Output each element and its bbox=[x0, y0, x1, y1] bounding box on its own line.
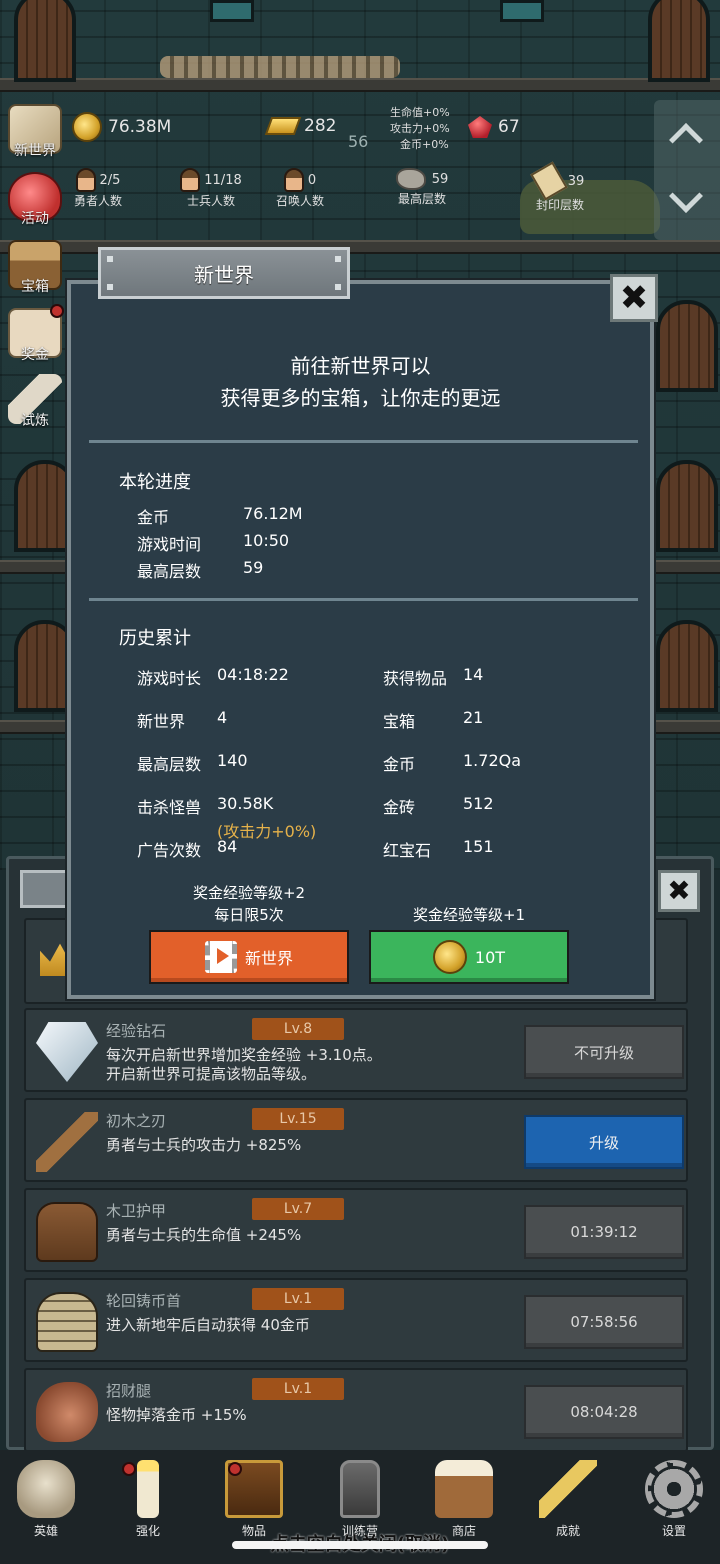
stat-key: 金币 bbox=[383, 755, 416, 774]
history-stat-row: 红宝石 151 bbox=[383, 837, 494, 861]
stat-value: 84 bbox=[217, 837, 238, 856]
stat-value: 04:18:22 bbox=[217, 665, 289, 684]
stat-key: 宝箱 bbox=[383, 712, 416, 731]
watch-ad-new-world-button[interactable]: 新世界 bbox=[149, 930, 349, 984]
stat-value: 76.12M bbox=[243, 504, 303, 523]
stat-value: 21 bbox=[463, 708, 484, 727]
nav-heroes[interactable]: 英雄 bbox=[6, 1460, 86, 1539]
divider bbox=[89, 598, 638, 601]
rivet bbox=[335, 284, 341, 290]
candle-icon bbox=[137, 1460, 159, 1518]
dialog-close-button[interactable]: ✖ bbox=[610, 274, 658, 322]
rivet bbox=[335, 256, 341, 262]
stat-key: 广告次数 bbox=[137, 841, 202, 860]
stat-value: 10:50 bbox=[243, 531, 290, 550]
history-title: 历史累计 bbox=[119, 628, 191, 649]
nav-items[interactable]: 物品 bbox=[214, 1460, 294, 1539]
video-play-icon bbox=[204, 941, 237, 973]
stat-value: 30.58K bbox=[217, 794, 274, 813]
history-stat-row: 宝箱 21 bbox=[383, 708, 483, 732]
new-world-dialog: 前往新世界可以 获得更多的宝箱，让你走的更远 本轮进度 金币 76.12M 游戏… bbox=[67, 280, 654, 999]
lantern-icon bbox=[340, 1460, 380, 1518]
stat-value: 140 bbox=[217, 751, 248, 770]
history-stat-row: 广告次数 84 bbox=[137, 837, 237, 861]
nav-training[interactable]: 训练营 bbox=[320, 1460, 400, 1539]
skull-icon bbox=[17, 1460, 75, 1518]
stat-value: 14 bbox=[463, 665, 484, 684]
nav-settings[interactable]: 设置 bbox=[634, 1460, 714, 1539]
history-stat-row: 最高层数 140 bbox=[137, 751, 248, 775]
current-progress-title: 本轮进度 bbox=[119, 472, 191, 493]
stat-value: 1.72Qa bbox=[463, 751, 522, 770]
notification-dot bbox=[122, 1462, 136, 1476]
stat-key: 最高层数 bbox=[137, 562, 202, 581]
dialog-title-tab: 新世界 bbox=[98, 247, 350, 299]
nav-achievements[interactable]: 成就 bbox=[528, 1460, 608, 1539]
caption-line: 每日限5次 bbox=[214, 906, 284, 924]
history-stat-row: 金币 1.72Qa bbox=[383, 751, 521, 775]
stat-value: 59 bbox=[243, 558, 264, 577]
rivet bbox=[107, 284, 113, 290]
intro-line: 获得更多的宝箱，让你走的更远 bbox=[220, 386, 501, 410]
key-icon bbox=[539, 1460, 597, 1518]
stat-key: 金币 bbox=[137, 508, 170, 527]
close-icon: ✖ bbox=[619, 278, 649, 318]
gold-coin-icon bbox=[432, 940, 467, 974]
current-stat-row: 最高层数 59 bbox=[137, 558, 263, 582]
stat-key: 金砖 bbox=[383, 798, 416, 817]
nav-enhance[interactable]: 强化 bbox=[108, 1460, 188, 1539]
divider bbox=[89, 440, 638, 443]
rivet bbox=[107, 256, 113, 262]
intro-line: 前往新世界可以 bbox=[290, 354, 431, 378]
coin-button-caption: 奖金经验等级+1 bbox=[412, 906, 526, 924]
notification-dot bbox=[228, 1462, 242, 1476]
stat-key: 击杀怪兽 bbox=[137, 798, 202, 817]
history-stat-row: 游戏时长 04:18:22 bbox=[137, 665, 289, 689]
home-indicator[interactable] bbox=[232, 1541, 488, 1549]
current-stat-row: 金币 76.12M bbox=[137, 504, 303, 528]
history-stat-row: 获得物品 14 bbox=[383, 665, 483, 689]
dialog-title: 新世界 bbox=[194, 262, 254, 287]
button-label: 新世界 bbox=[244, 949, 293, 968]
stat-key: 游戏时间 bbox=[137, 535, 202, 554]
caption-line: 奖金经验等级+2 bbox=[192, 884, 306, 902]
stat-key: 新世界 bbox=[137, 712, 186, 731]
stat-key: 游戏时长 bbox=[137, 669, 202, 688]
history-stat-row: 击杀怪兽 30.58K bbox=[137, 794, 273, 818]
beer-mug-icon bbox=[435, 1460, 493, 1518]
dialog-intro: 前往新世界可以 获得更多的宝箱，让你走的更远 bbox=[71, 350, 650, 414]
stat-value: 151 bbox=[463, 837, 494, 856]
history-stat-row: 金砖 512 bbox=[383, 794, 494, 818]
pay-coins-new-world-button[interactable]: 10T bbox=[369, 930, 569, 984]
stat-key: 最高层数 bbox=[137, 755, 202, 774]
stat-value: 512 bbox=[463, 794, 494, 813]
button-label: 10T bbox=[474, 947, 506, 967]
stat-key: 获得物品 bbox=[383, 669, 448, 688]
stat-key: 红宝石 bbox=[383, 841, 432, 860]
stat-value: 4 bbox=[217, 708, 228, 727]
nav-shop[interactable]: 商店 bbox=[424, 1460, 504, 1539]
current-stat-row: 游戏时间 10:50 bbox=[137, 531, 289, 555]
history-stat-row: 新世界 4 bbox=[137, 708, 227, 732]
ad-button-caption: 奖金经验等级+2 每日限5次 bbox=[149, 882, 349, 926]
gear-icon bbox=[645, 1460, 703, 1518]
